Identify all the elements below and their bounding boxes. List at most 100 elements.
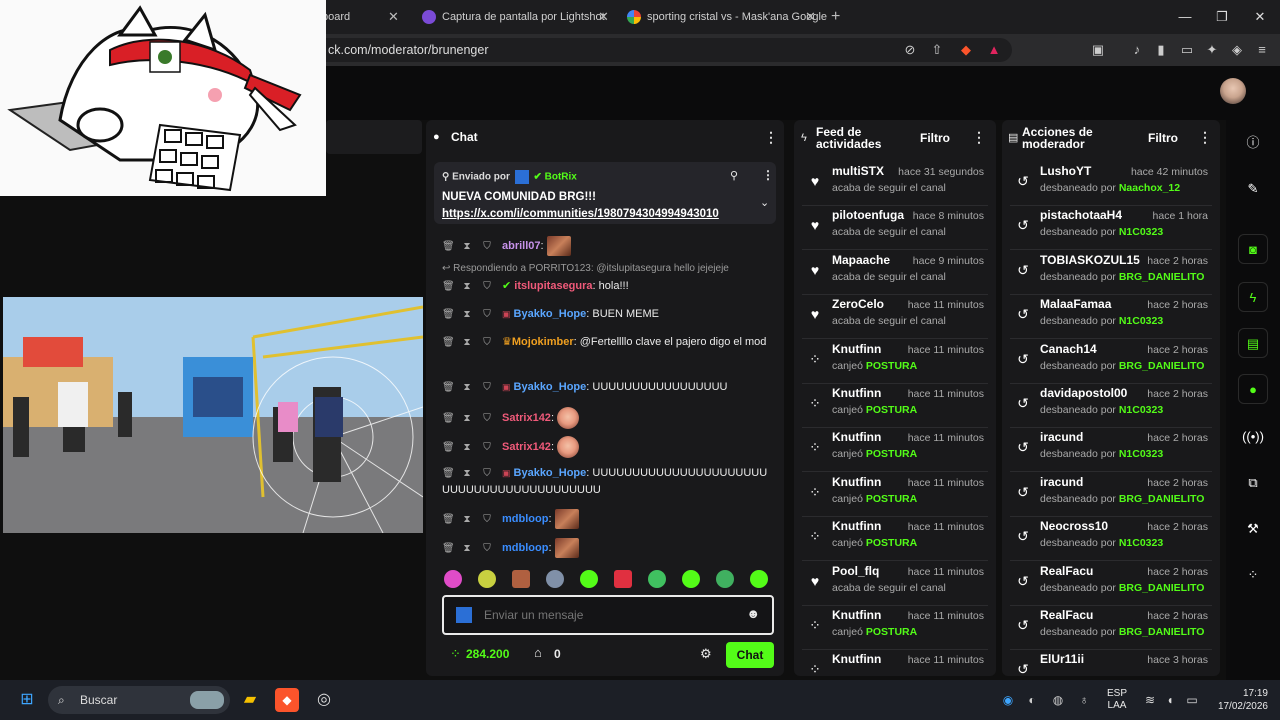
microphone-icon[interactable]: ♁ (1072, 688, 1096, 712)
mod-filter-button[interactable]: Filtro (1148, 131, 1178, 145)
vpn-icon[interactable]: ◈ (1229, 42, 1245, 58)
emoji-picker-icon[interactable]: ☻ (746, 606, 760, 621)
delete-icon[interactable]: 🗑 (442, 465, 455, 482)
sidebar-icon[interactable]: ▮ (1153, 42, 1169, 58)
delete-icon[interactable]: 🗑 (442, 511, 455, 528)
file-explorer-icon[interactable]: ▰ (238, 688, 262, 712)
mod-username[interactable]: RealFacu (1040, 608, 1093, 622)
mod-by[interactable]: BRG_DANIELITO (1119, 626, 1205, 638)
brave-shield-icon[interactable]: ◆ (958, 42, 974, 58)
feed-username[interactable]: Knutfinn (832, 652, 881, 666)
mod-action-item[interactable]: ↺ MalaaFamaa hace 2 horas desbaneado por N1… (1010, 295, 1212, 340)
clock[interactable]: 17:19 17/02/2026 (1208, 687, 1268, 713)
feed-username[interactable]: Mapaache (832, 253, 890, 267)
shield-icon[interactable]: ⛉ (482, 306, 492, 323)
mod-action-item[interactable]: ↺ RealFacu hace 2 horas desbaneado por BRG_… (1010, 606, 1212, 650)
feed-username[interactable]: Pool_flq (832, 564, 879, 578)
timeout-icon[interactable]: ⧗ (462, 306, 472, 323)
mod-by[interactable]: BRG_DANIELITO (1119, 360, 1205, 372)
feed-item[interactable]: ♥ pilotoenfuga hace 8 minutos acaba de segu… (802, 206, 988, 251)
pinned-menu-icon[interactable]: ⋮ (762, 168, 774, 182)
windows-start-icon[interactable]: ⊞ (15, 688, 39, 712)
layout-icon[interactable]: ⧉ (1238, 468, 1268, 498)
delete-icon[interactable]: 🗑 (442, 306, 455, 323)
volume-icon[interactable]: ◖ (1158, 688, 1182, 712)
timeout-icon[interactable]: ⧗ (462, 465, 472, 482)
feed-username[interactable]: pilotoenfuga (832, 208, 904, 222)
chevron-down-icon[interactable]: ⌄ (760, 196, 769, 209)
taskbar-search[interactable]: ⌕ Buscar (48, 686, 230, 714)
emote-icon[interactable] (580, 570, 598, 588)
tab-close-icon[interactable]: ✕ (805, 4, 816, 30)
battery-icon[interactable]: ▭ (1180, 688, 1204, 712)
edge-icon[interactable]: ◉ (996, 688, 1020, 712)
feed-item[interactable]: ♥ Mapaache hace 9 minutos acaba de seguir e… (802, 251, 988, 295)
shield-icon[interactable]: ⛉ (482, 278, 492, 295)
mod-by[interactable]: N1C0323 (1119, 315, 1163, 327)
mod-by[interactable]: Naachox_12 (1119, 182, 1180, 194)
chat-icon[interactable]: ● (1238, 374, 1268, 404)
chat-username[interactable]: Mojokimber (512, 336, 574, 348)
app-icon[interactable]: ◎ (312, 688, 336, 712)
mod-username[interactable]: Neocross10 (1040, 519, 1108, 533)
timeout-icon[interactable]: ⧗ (462, 334, 472, 351)
mod-by[interactable]: BRG_DANIELITO (1119, 271, 1205, 283)
feed-item[interactable]: ⁘ Knutfinn hace 11 minutos canjeó POSTURA (802, 606, 988, 650)
chat-username[interactable]: Satrix142 (502, 412, 551, 424)
wallet-icon[interactable]: ▭ (1179, 42, 1195, 58)
emote-icon[interactable] (444, 570, 462, 588)
timeout-icon[interactable]: ⧗ (462, 511, 472, 528)
wrench-icon[interactable]: ⚒ (1238, 514, 1268, 544)
emote-icon[interactable] (750, 570, 768, 588)
feed-menu-icon[interactable]: ⋮ (972, 129, 986, 146)
settings-icon[interactable]: ⚙ (700, 646, 712, 662)
brave-browser-icon[interactable]: ◆ (275, 688, 299, 712)
shield-icon[interactable]: ⛉ (482, 439, 492, 456)
pinned-link[interactable]: https://x.com/i/communities/198079430499… (442, 208, 719, 220)
broadcast-icon[interactable]: ((•)) (1238, 422, 1268, 452)
mod-action-item[interactable]: ↺ davidapostol00 hace 2 horas desbaneado po… (1010, 384, 1212, 428)
shield-icon[interactable]: ⛉ (482, 334, 492, 351)
mod-username[interactable]: pistachotaaH4 (1040, 208, 1122, 222)
mod-username[interactable]: MalaaFamaa (1040, 297, 1111, 311)
language-indicator[interactable]: ESP LAA (1104, 688, 1130, 712)
tab-google[interactable]: sporting cristal vs - Mask'ana Google (627, 4, 827, 30)
chat-input[interactable] (484, 605, 724, 625)
emote-icon[interactable] (614, 570, 632, 588)
chat-username[interactable]: Satrix142 (502, 441, 551, 453)
delete-icon[interactable]: 🗑 (442, 278, 455, 295)
emote-icon[interactable] (716, 570, 734, 588)
bolt-icon[interactable]: ϟ (1238, 282, 1268, 312)
mod-username[interactable]: iracund (1040, 430, 1083, 444)
feed-username[interactable]: Knutfinn (832, 608, 881, 622)
shield-icon[interactable]: ⛉ (482, 465, 492, 482)
shield-icon[interactable]: ⛉ (482, 410, 492, 427)
chat-username[interactable]: Byakko_Hope (514, 308, 587, 320)
mod-action-item[interactable]: ↺ RealFacu hace 2 horas desbaneado por BRG_… (1010, 562, 1212, 606)
mod-username[interactable]: Canach14 (1040, 342, 1097, 356)
mod-by[interactable]: N1C0323 (1119, 537, 1163, 549)
mod-username[interactable]: ElUr11ii (1040, 652, 1084, 666)
mute-icon[interactable]: ⊘ (902, 42, 918, 58)
chat-username[interactable]: itslupitasegura (514, 280, 592, 292)
mod-username[interactable]: TOBIASKOZUL15 (1040, 253, 1140, 267)
feed-username[interactable]: Knutfinn (832, 430, 881, 444)
avatar[interactable] (1220, 78, 1246, 104)
store-icon[interactable]: ⌂ (534, 645, 542, 660)
menu-icon[interactable]: ≡ (1254, 42, 1270, 58)
chat-input-box[interactable]: ☻ (442, 595, 774, 635)
music-icon[interactable]: ♪ (1129, 42, 1145, 58)
recording-icon[interactable]: ◍ (1046, 688, 1070, 712)
edit-icon[interactable]: ✎ (1238, 174, 1268, 204)
feed-item[interactable]: ⁘ Knutfinn hace 11 minutos canjeó POSTURA (802, 517, 988, 562)
mod-username[interactable]: davidapostol00 (1040, 386, 1127, 400)
mod-by[interactable]: BRG_DANIELITO (1119, 582, 1205, 594)
delete-icon[interactable]: 🗑 (442, 540, 455, 557)
feed-item[interactable]: ♥ Pool_flq hace 11 minutos acaba de seguir … (802, 562, 988, 606)
tab-close-icon[interactable]: ✕ (598, 4, 609, 30)
feed-username[interactable]: Knutfinn (832, 475, 881, 489)
mod-by[interactable]: N1C0323 (1119, 404, 1163, 416)
feed-item[interactable]: ♥ ZeroCelo hace 11 minutos acaba de seguir … (802, 295, 988, 340)
delete-icon[interactable]: 🗑 (442, 439, 455, 456)
minimize-button[interactable]: — (1165, 0, 1205, 34)
